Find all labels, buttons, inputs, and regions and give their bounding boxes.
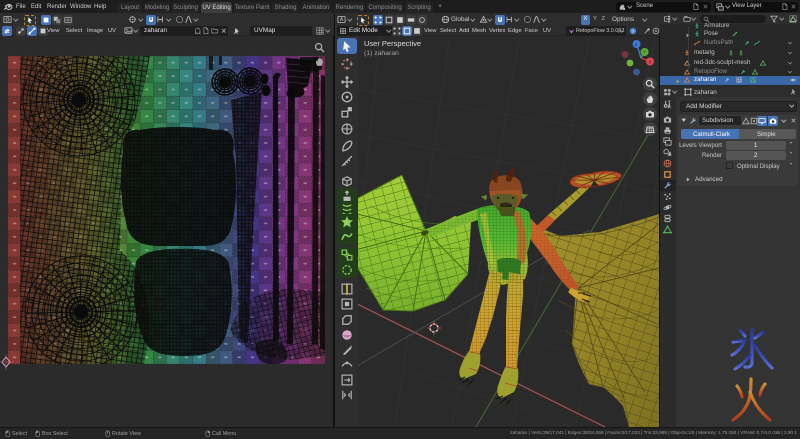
svg-text:User Perspective: User Perspective [364, 39, 421, 48]
svg-text:(1) zaharan: (1) zaharan [364, 50, 399, 57]
svg-text:?: ? [632, 28, 635, 34]
svg-text:X: X [649, 60, 652, 65]
svg-text:Y: Y [643, 50, 646, 55]
svg-text:Z: Z [635, 42, 638, 47]
